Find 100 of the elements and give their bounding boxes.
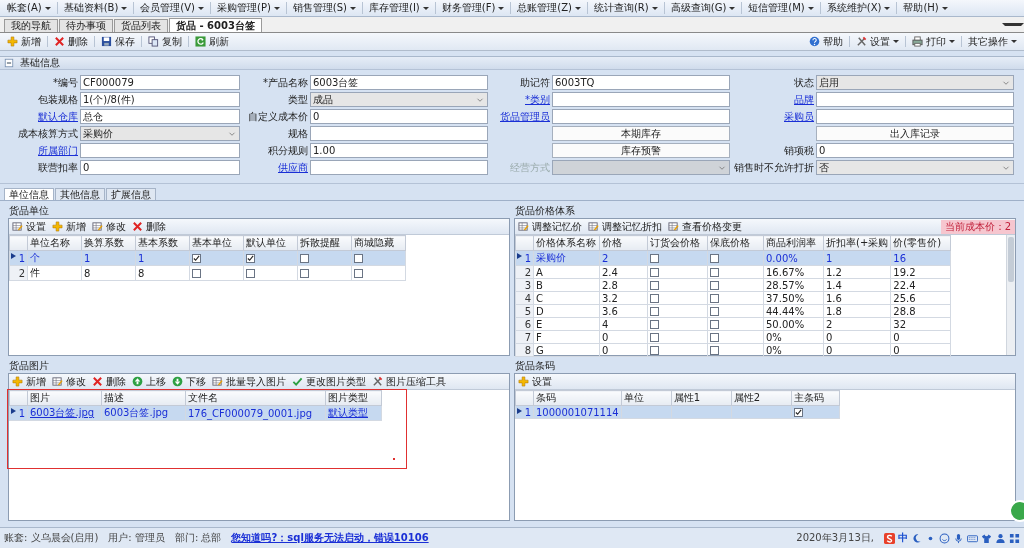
checkbox[interactable] [710, 345, 719, 355]
checkbox[interactable] [710, 293, 719, 303]
table-row[interactable]: 7 F 0 0% 0 0 [515, 330, 951, 344]
checkbox[interactable] [710, 306, 719, 316]
toolbar-button[interactable]: 修改 [89, 219, 129, 234]
table-row[interactable]: 1 个 1 1 [9, 250, 406, 266]
toolbar-button[interactable]: 保存 [96, 34, 140, 49]
column-header[interactable]: 默认单位 [243, 235, 298, 251]
table-row[interactable]: 1 1000001071114 [515, 405, 840, 419]
input-mode-label[interactable]: 中 [898, 531, 908, 545]
column-header[interactable]: 价格体系名称 [533, 235, 600, 251]
toolbar-button[interactable]: 上移 [129, 374, 169, 389]
text-field[interactable]: 总仓 [80, 109, 240, 124]
checkbox[interactable] [650, 332, 659, 342]
toolbar-button[interactable]: 刷新 [190, 34, 234, 49]
document-tab[interactable]: 待办事项 [59, 19, 113, 32]
text-field[interactable]: 6003台签 [310, 75, 488, 90]
column-header[interactable]: 单位名称 [27, 235, 82, 251]
detail-tab[interactable]: 单位信息 [4, 188, 54, 200]
menu-item[interactable]: 销售管理(S) [287, 0, 361, 16]
checkbox[interactable] [354, 268, 363, 278]
table-row[interactable]: 4 C 3.2 37.50% 1.6 25.6 [515, 291, 951, 305]
microphone-icon[interactable] [953, 532, 964, 544]
checkbox[interactable] [650, 253, 659, 263]
toolbar-button[interactable]: 图片压缩工具 [369, 374, 449, 389]
toolbar-button[interactable]: 更改图片类型 [289, 374, 369, 389]
grid-icon[interactable] [1009, 532, 1020, 544]
table-row[interactable]: 2 A 2.4 16.67% 1.2 19.2 [515, 265, 951, 279]
menu-item[interactable]: 系统维护(X) [821, 0, 896, 16]
column-header[interactable]: 价格 [599, 235, 648, 251]
table-row[interactable]: 8 G 0 0% 0 0 [515, 343, 951, 357]
checkbox[interactable] [650, 319, 659, 329]
field-link[interactable]: 所属部门 [4, 143, 80, 158]
column-header[interactable]: 商品利润率 [763, 235, 824, 251]
text-field[interactable] [310, 126, 488, 141]
text-field[interactable]: 1.00 [310, 143, 488, 158]
checkbox[interactable] [300, 253, 309, 263]
toolbar-button[interactable]: 新增 [9, 374, 49, 389]
form-button[interactable]: 本期库存 [552, 126, 730, 141]
menu-item[interactable]: 总账管理(Z) [512, 0, 586, 16]
menu-item[interactable]: 统计查询(R) [588, 0, 663, 16]
smile-icon[interactable] [939, 532, 950, 544]
column-header[interactable]: 换算系数 [81, 235, 136, 251]
toolbar-button[interactable]: 批量导入图片 [209, 374, 289, 389]
field-link[interactable]: *类别 [488, 92, 552, 107]
text-field[interactable] [552, 109, 730, 124]
checkbox[interactable] [710, 253, 719, 263]
detail-tab[interactable]: 其他信息 [55, 188, 105, 200]
toolbar-button[interactable]: 删除 [49, 34, 93, 49]
text-field[interactable] [816, 92, 1014, 107]
document-tab[interactable]: 货品列表 [114, 19, 168, 32]
form-button[interactable]: 出入库记录 [816, 126, 1014, 141]
checkbox[interactable] [710, 280, 719, 290]
column-header[interactable]: 拆散提醒 [297, 235, 352, 251]
checkbox[interactable] [192, 268, 201, 278]
text-field[interactable]: 0 [80, 160, 240, 175]
field-link[interactable]: 供应商 [240, 160, 310, 175]
menu-item[interactable]: 库存管理(I) [364, 0, 434, 16]
field-link[interactable]: 品牌 [730, 92, 816, 107]
text-field[interactable]: 6003TQ [552, 75, 730, 90]
field-link[interactable]: 货品管理员 [488, 109, 552, 124]
document-tab[interactable]: 货品 - 6003台签 [169, 18, 262, 32]
column-header[interactable]: 价(零售价) [890, 235, 951, 251]
menu-item[interactable]: 会员管理(V) [135, 0, 209, 16]
toolbar-button[interactable]: 下移 [169, 374, 209, 389]
select-field[interactable]: 成品 [310, 92, 488, 107]
menu-item[interactable]: 高级查询(G) [665, 0, 741, 16]
input-method-icon[interactable] [884, 532, 895, 544]
checkbox[interactable] [650, 280, 659, 290]
menu-item[interactable]: 帮助(H) [898, 0, 953, 16]
checkbox[interactable] [710, 267, 719, 277]
moon-icon[interactable] [911, 532, 922, 544]
text-field[interactable] [816, 109, 1014, 124]
menu-item[interactable]: 采购管理(P) [212, 0, 285, 16]
toolbar-button[interactable]: 查看价格变更 [665, 219, 745, 234]
scrollbar[interactable] [1006, 235, 1015, 355]
table-row[interactable]: 2 件 8 8 [9, 265, 406, 281]
table-row[interactable]: 6 E 4 50.00% 2 32 [515, 317, 951, 331]
column-header[interactable]: 图片类型 [325, 390, 382, 406]
column-header[interactable]: 属性2 [731, 390, 792, 406]
toolbar-button[interactable]: 设置 [9, 219, 49, 234]
field-link[interactable]: 默认仓库 [4, 109, 80, 124]
checkbox[interactable] [710, 319, 719, 329]
checkbox[interactable] [650, 293, 659, 303]
toolbar-button[interactable]: 打印 [907, 34, 960, 49]
checkbox[interactable] [354, 253, 363, 263]
column-header[interactable]: 描述 [101, 390, 186, 406]
checkbox[interactable] [246, 268, 255, 278]
menu-item[interactable]: 基础资料(B) [58, 0, 133, 16]
select-field[interactable]: 采购价 [80, 126, 240, 141]
toolbar-button[interactable]: 设置 [515, 374, 555, 389]
column-header[interactable]: 主条码 [791, 390, 840, 406]
text-field[interactable]: 0 [310, 109, 488, 124]
toolbar-button[interactable]: 删除 [89, 374, 129, 389]
checkbox[interactable] [246, 253, 255, 263]
toolbar-button[interactable]: 新增 [2, 34, 46, 49]
toolbar-button[interactable]: 其它操作 [963, 34, 1022, 49]
toolbar-button[interactable]: 调整记忆价 [515, 219, 585, 234]
table-row[interactable]: 1 采购价 2 0.00% 1 16 [515, 250, 951, 266]
menu-item[interactable]: 帐套(A) [2, 0, 56, 16]
